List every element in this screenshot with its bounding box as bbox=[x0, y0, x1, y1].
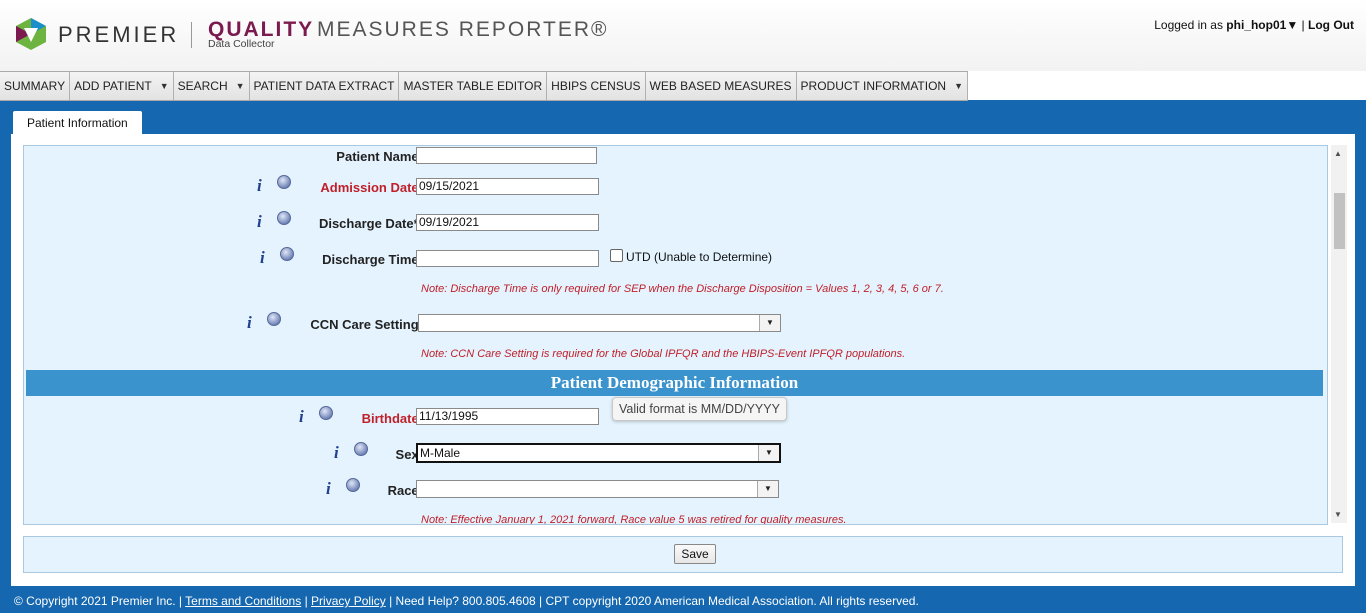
chevron-down-icon[interactable]: ▼ bbox=[954, 72, 963, 100]
chevron-down-icon: ▼ bbox=[759, 315, 780, 331]
help-icon[interactable] bbox=[277, 211, 291, 225]
logged-in-label: Logged in as bbox=[1154, 18, 1223, 32]
footer-separator: | bbox=[304, 594, 308, 608]
footer-separator: | bbox=[178, 594, 183, 608]
content-panel: Patient Name: i Admission Date: 09/15/20… bbox=[11, 134, 1355, 586]
admission-date-input[interactable]: 09/15/2021 bbox=[416, 178, 599, 195]
nav-item-hbips-census[interactable]: HBIPS CENSUS bbox=[547, 72, 646, 100]
username-menu[interactable]: phi_hop01▼ bbox=[1226, 18, 1298, 32]
product-name-rest: MEASURES REPORTER® bbox=[317, 18, 609, 41]
patient-name-input[interactable] bbox=[416, 147, 597, 164]
tab-patient-information[interactable]: Patient Information bbox=[13, 111, 142, 135]
nav-item-summary[interactable]: SUMMARY bbox=[0, 72, 71, 100]
form-scroll-area: Patient Name: i Admission Date: 09/15/20… bbox=[23, 145, 1328, 525]
help-icon[interactable] bbox=[267, 312, 281, 326]
discharge-time-input[interactable] bbox=[416, 250, 599, 267]
info-icon[interactable]: i bbox=[299, 407, 304, 427]
nav-bar: SUMMARY ADD PATIENT ▼ SEARCH ▼ PATIENT DATA E… bbox=[0, 71, 969, 101]
discharge-time-label: Discharge Time: bbox=[322, 252, 423, 267]
utd-label: UTD (Unable to Determine) bbox=[626, 250, 773, 264]
chevron-down-icon: ▼ bbox=[757, 481, 778, 497]
nav-item-master-table-editor[interactable]: MASTER TABLE EDITOR bbox=[399, 72, 548, 100]
nav-item-patient-data-extract[interactable]: PATIENT DATA EXTRACT bbox=[250, 72, 400, 100]
nav-item-product-information[interactable]: PRODUCT INFORMATION ▼ bbox=[797, 72, 969, 100]
ccn-note: Note: CCN Care Setting is required for t… bbox=[421, 348, 906, 360]
nav-item-label: SEARCH bbox=[177, 79, 228, 93]
patient-name-label: Patient Name: bbox=[336, 149, 423, 164]
section-header: Patient Demographic Information bbox=[26, 370, 1323, 396]
ccn-care-setting-select[interactable]: ▼ bbox=[418, 314, 781, 332]
footer-separator: | bbox=[539, 594, 543, 608]
admission-date-label: Admission Date: bbox=[320, 180, 423, 195]
birthdate-label: Birthdate: bbox=[361, 411, 423, 426]
product-subtitle: Data Collector bbox=[208, 38, 275, 50]
terms-link[interactable]: Terms and Conditions bbox=[185, 594, 301, 608]
discharge-date-label: Discharge Date*: bbox=[318, 216, 423, 231]
scroll-up-icon[interactable]: ▲ bbox=[1334, 149, 1342, 158]
info-icon[interactable]: i bbox=[247, 313, 252, 333]
cpt-text: CPT copyright 2020 American Medical Asso… bbox=[545, 594, 919, 608]
chevron-down-icon[interactable]: ▼ bbox=[236, 72, 245, 100]
premier-logo-icon bbox=[16, 18, 46, 50]
discharge-time-note: Note: Discharge Time is only required fo… bbox=[421, 283, 944, 295]
nav-item-label: HBIPS CENSUS bbox=[551, 79, 641, 93]
form-scrollbar[interactable]: ▲ ▼ bbox=[1331, 145, 1347, 523]
footer-separator: | bbox=[389, 594, 393, 608]
nav-item-label: SUMMARY bbox=[4, 79, 66, 93]
user-bar: Logged in as phi_hop01▼ | Log Out bbox=[1154, 18, 1354, 32]
race-note: Note: Effective January 1, 2021 forward,… bbox=[421, 514, 847, 525]
discharge-date-input[interactable]: 09/19/2021 bbox=[416, 214, 599, 231]
nav-item-label: PRODUCT INFORMATION bbox=[800, 79, 947, 93]
info-icon[interactable]: i bbox=[257, 176, 262, 196]
ccn-care-setting-label: CCN Care Setting: bbox=[310, 317, 423, 332]
app-header: PREMIER QUALITY MEASURES REPORTER® Data … bbox=[0, 0, 1366, 71]
chevron-down-icon: ▼ bbox=[1286, 18, 1299, 32]
help-icon[interactable] bbox=[277, 175, 291, 189]
info-icon[interactable]: i bbox=[334, 443, 339, 463]
privacy-link[interactable]: Privacy Policy bbox=[311, 594, 386, 608]
chevron-down-icon: ▼ bbox=[758, 445, 779, 461]
chevron-down-icon[interactable]: ▼ bbox=[160, 72, 169, 100]
footer: © Copyright 2021 Premier Inc. | Terms an… bbox=[14, 594, 919, 608]
utd-checkbox[interactable] bbox=[610, 249, 623, 262]
logout-link[interactable]: Log Out bbox=[1308, 18, 1354, 32]
info-icon[interactable]: i bbox=[260, 248, 265, 268]
help-icon[interactable] bbox=[346, 478, 360, 492]
scrollbar-thumb[interactable] bbox=[1334, 193, 1345, 249]
save-button[interactable]: Save bbox=[674, 544, 716, 564]
nav-item-add-patient[interactable]: ADD PATIENT ▼ bbox=[70, 72, 174, 100]
nav-item-label: PATIENT DATA EXTRACT bbox=[253, 79, 395, 93]
main-nav: SUMMARY ADD PATIENT ▼ SEARCH ▼ PATIENT DATA E… bbox=[0, 71, 1366, 101]
nav-item-label: ADD PATIENT bbox=[74, 79, 152, 93]
nav-item-search[interactable]: SEARCH ▼ bbox=[174, 72, 250, 100]
nav-item-label: WEB BASED MEASURES bbox=[649, 79, 792, 93]
copyright-text: © Copyright 2021 Premier Inc. bbox=[14, 594, 176, 608]
sex-select[interactable]: M-Male ▼ bbox=[416, 443, 781, 463]
userbar-separator: | bbox=[1301, 18, 1305, 32]
help-icon[interactable] bbox=[280, 247, 294, 261]
brand-divider bbox=[191, 22, 192, 48]
help-icon[interactable] bbox=[354, 442, 368, 456]
scroll-down-icon[interactable]: ▼ bbox=[1334, 510, 1342, 519]
info-icon[interactable]: i bbox=[257, 212, 262, 232]
brand-name: PREMIER bbox=[58, 22, 180, 47]
help-icon[interactable] bbox=[319, 406, 333, 420]
birthdate-tooltip: Valid format is MM/DD/YYYY bbox=[612, 397, 787, 421]
birthdate-input[interactable]: 11/13/1995 bbox=[416, 408, 599, 425]
info-icon[interactable]: i bbox=[326, 479, 331, 499]
nav-item-label: MASTER TABLE EDITOR bbox=[403, 79, 543, 93]
nav-item-web-based-measures[interactable]: WEB BASED MEASURES bbox=[646, 72, 797, 100]
save-bar: Save bbox=[23, 536, 1343, 573]
help-text: Need Help? 800.805.4608 bbox=[395, 594, 536, 608]
race-select[interactable]: ▼ bbox=[416, 480, 779, 498]
